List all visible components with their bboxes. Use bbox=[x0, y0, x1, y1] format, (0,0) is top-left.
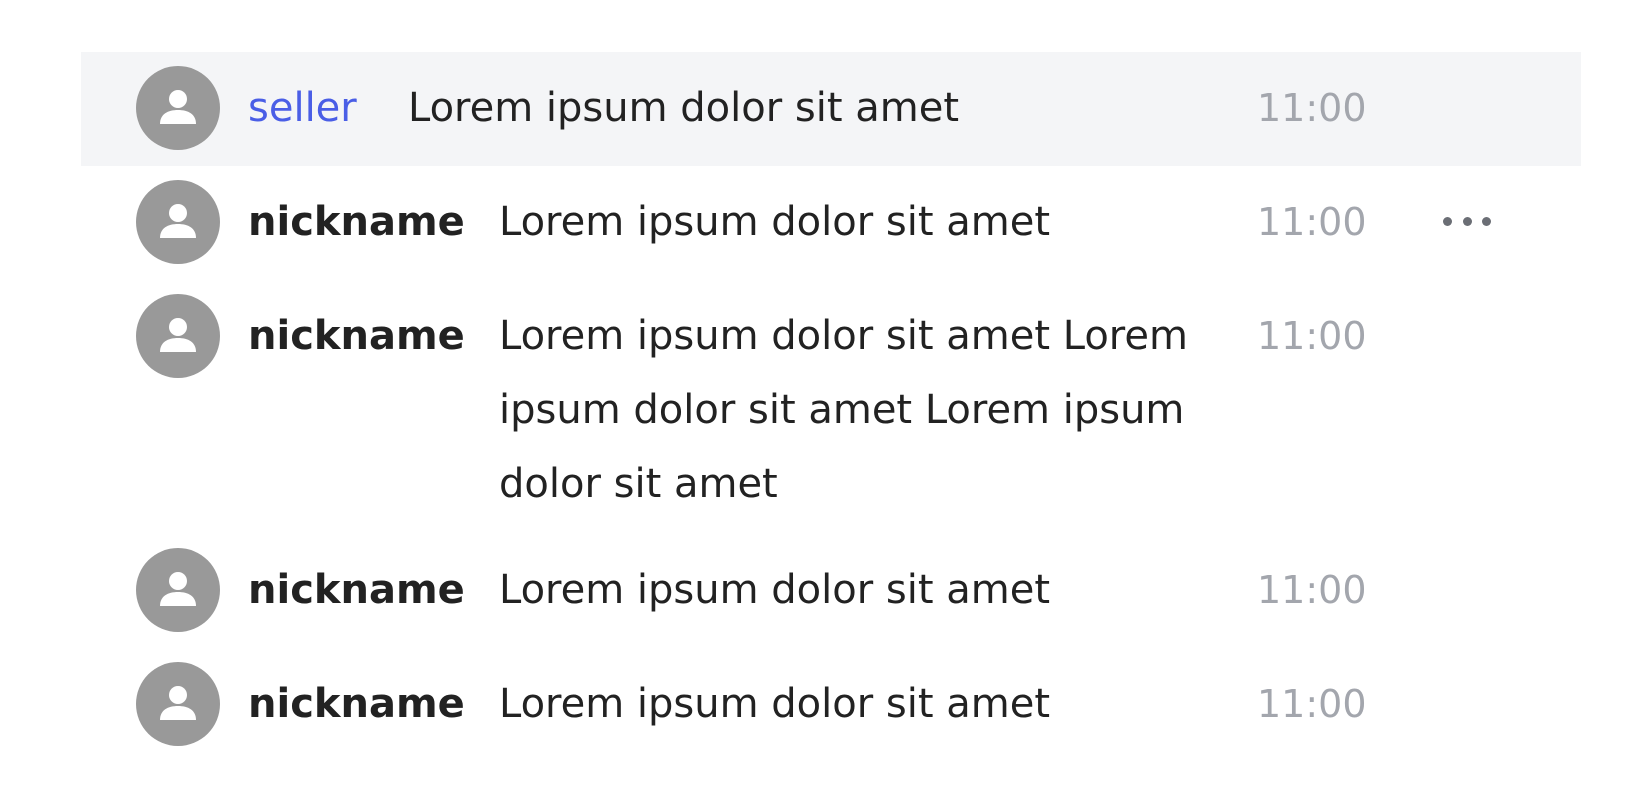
message-time: 11:00 bbox=[1257, 568, 1367, 612]
message-time: 11:00 bbox=[1257, 314, 1367, 358]
chat-message-list: seller Lorem ipsum dolor sit amet 11:00 … bbox=[81, 52, 1581, 762]
message-text: Lorem ipsum dolor sit amet bbox=[499, 199, 1051, 245]
user-nickname[interactable]: nickname bbox=[248, 550, 465, 630]
message-time: 11:00 bbox=[1257, 86, 1367, 130]
message-text: Lorem ipsum dolor sit amet Lorem ipsum d… bbox=[499, 313, 1188, 507]
chat-message-row[interactable]: nickname Lorem ipsum dolor sit amet 11:0… bbox=[81, 648, 1581, 762]
user-nickname[interactable]: nickname bbox=[248, 182, 465, 262]
user-silhouette-icon[interactable] bbox=[136, 662, 220, 746]
seller-nickname[interactable]: seller bbox=[248, 68, 357, 148]
user-silhouette-icon[interactable] bbox=[136, 548, 220, 632]
chat-message-row[interactable]: nickname Lorem ipsum dolor sit amet 11:0… bbox=[81, 534, 1581, 648]
message-time: 11:00 bbox=[1257, 682, 1367, 726]
message-text: Lorem ipsum dolor sit amet bbox=[499, 567, 1051, 613]
more-horizontal-icon[interactable] bbox=[1443, 210, 1491, 232]
user-silhouette-icon[interactable] bbox=[136, 294, 220, 378]
chat-message-row[interactable]: nickname Lorem ipsum dolor sit amet Lore… bbox=[81, 280, 1581, 534]
message-text: Lorem ipsum dolor sit amet bbox=[408, 85, 960, 131]
user-silhouette-icon[interactable] bbox=[136, 66, 220, 150]
user-nickname[interactable]: nickname bbox=[248, 664, 465, 744]
chat-message-row[interactable]: nickname Lorem ipsum dolor sit amet 11:0… bbox=[81, 166, 1581, 280]
user-nickname[interactable]: nickname bbox=[248, 296, 465, 376]
message-time: 11:00 bbox=[1257, 200, 1367, 244]
user-silhouette-icon[interactable] bbox=[136, 180, 220, 264]
message-text: Lorem ipsum dolor sit amet bbox=[499, 681, 1051, 727]
chat-message-row[interactable]: seller Lorem ipsum dolor sit amet 11:00 bbox=[81, 52, 1581, 166]
